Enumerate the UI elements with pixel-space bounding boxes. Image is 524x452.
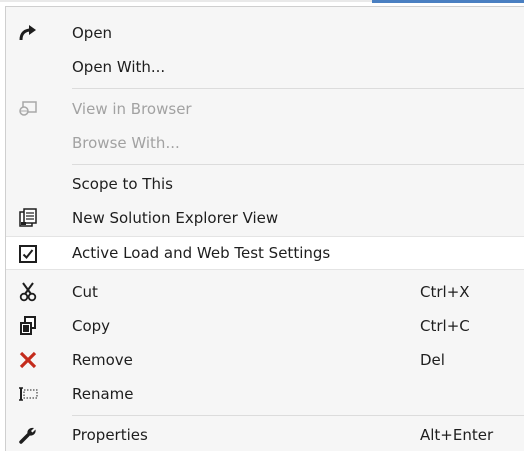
menu-item-open-with[interactable]: Open With...: [6, 50, 524, 84]
scissors-icon: [16, 280, 40, 304]
menu-item-label: View in Browser: [72, 100, 192, 118]
menu-item-properties[interactable]: Properties Alt+Enter: [6, 418, 524, 452]
window-accent-bar: [372, 0, 524, 3]
menu-item-label: Browse With...: [72, 134, 180, 152]
menu-item-new-solution-explorer-view[interactable]: New Solution Explorer View: [6, 201, 524, 235]
menu-item-label: New Solution Explorer View: [72, 209, 279, 227]
menu-item-active-load-and-web-test-settings[interactable]: Active Load and Web Test Settings: [6, 236, 524, 270]
menu-item-label: Open With...: [72, 58, 166, 76]
menu-item-cut[interactable]: Cut Ctrl+X: [6, 275, 524, 309]
redo-arrow-icon: [16, 21, 40, 45]
menu-item-shortcut: Ctrl+X: [420, 283, 470, 301]
menu-item-label: Scope to This: [72, 175, 173, 193]
menu-item-label: Copy: [72, 317, 111, 335]
menu-separator: [72, 415, 524, 416]
menu-item-scope-to-this[interactable]: Scope to This: [6, 167, 524, 201]
checkbox: [19, 245, 37, 263]
menu-item-shortcut: Del: [420, 351, 445, 369]
menu-item-remove[interactable]: Remove Del: [6, 343, 524, 377]
view-in-browser-icon: [16, 97, 40, 121]
menu-item-browse-with: Browse With...: [6, 126, 524, 160]
rename-icon: [16, 382, 40, 406]
wrench-icon: [16, 423, 40, 447]
screenshot-frame: Open Open With... View in Browser Browse…: [0, 0, 524, 451]
checkbox-checked-icon: [16, 242, 40, 266]
menu-separator: [72, 88, 524, 89]
menu-item-label: Remove: [72, 351, 133, 369]
menu-item-label: Rename: [72, 385, 134, 403]
menu-item-label: Open: [72, 24, 113, 42]
menu-item-shortcut: Ctrl+C: [420, 317, 470, 335]
menu-item-view-in-browser: View in Browser: [6, 92, 524, 126]
menu-item-label: Active Load and Web Test Settings: [72, 244, 331, 262]
new-solution-explorer-view-icon: [16, 206, 40, 230]
menu-item-shortcut: Alt+Enter: [420, 426, 494, 444]
context-menu: Open Open With... View in Browser Browse…: [5, 6, 524, 451]
menu-item-open[interactable]: Open: [6, 16, 524, 50]
copy-icon: [16, 314, 40, 338]
menu-item-label: Cut: [72, 283, 98, 301]
remove-x-icon: [16, 348, 40, 372]
menu-item-label: Properties: [72, 426, 148, 444]
menu-item-rename[interactable]: Rename: [6, 377, 524, 411]
menu-separator: [72, 164, 524, 165]
menu-item-copy[interactable]: Copy Ctrl+C: [6, 309, 524, 343]
